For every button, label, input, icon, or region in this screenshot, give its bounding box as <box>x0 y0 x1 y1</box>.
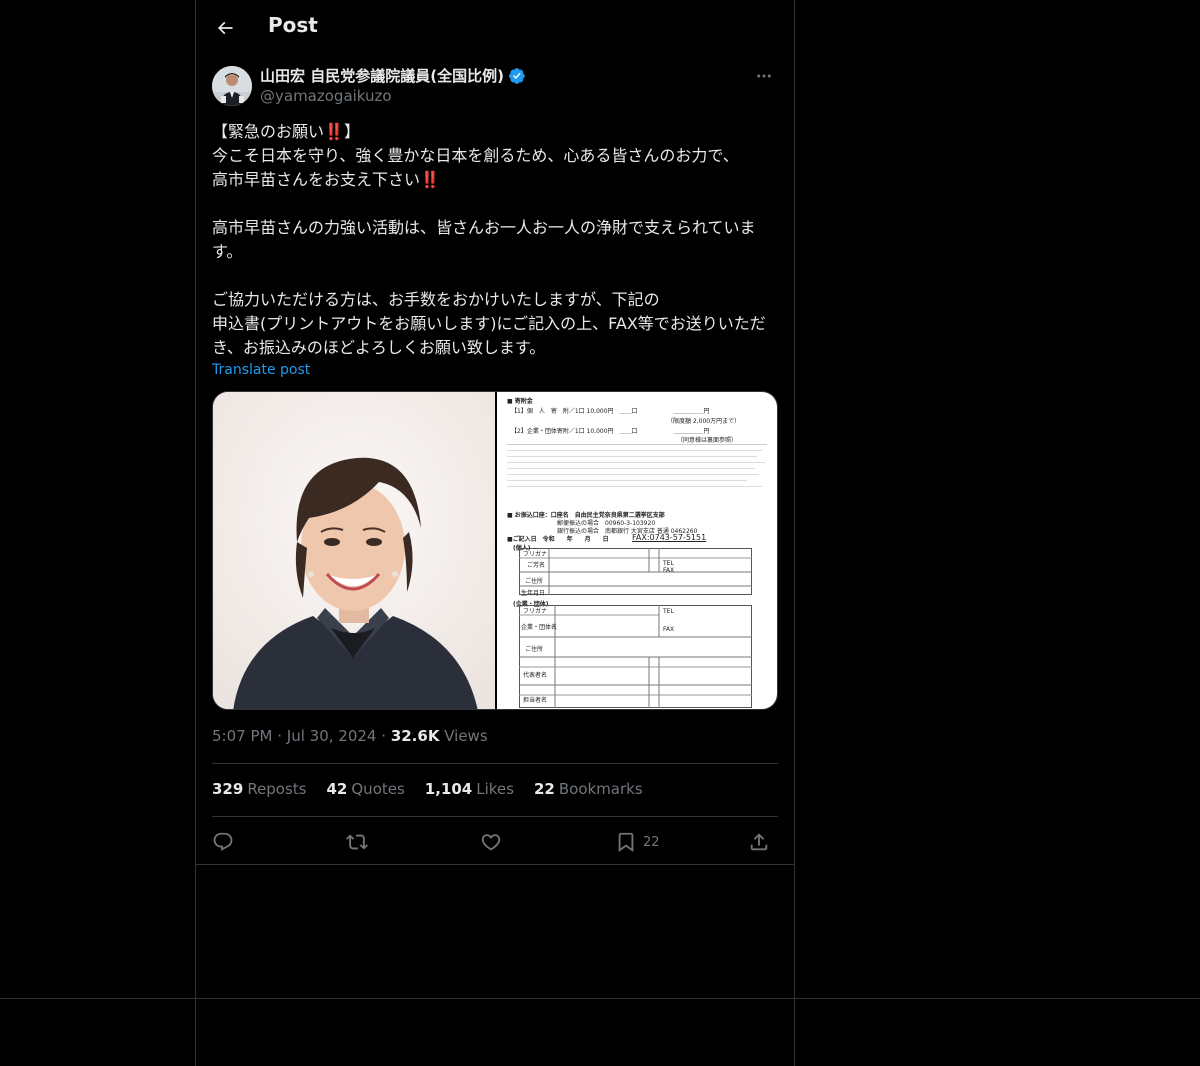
media-grid: ■ 寄附金 【1】個 人 寄 附／1口 10,000円 ＿＿口 ＿＿＿＿＿円 （… <box>212 391 778 710</box>
form-rep-name-label: 代表者名 <box>523 672 548 679</box>
form-company-name-label: 企業・団体名 <box>521 624 558 631</box>
double-exclamation-emoji: ‼️ <box>420 170 440 189</box>
author-handle[interactable]: @yamazogaikuzo <box>260 87 392 105</box>
engagement-stats: 329 Reposts 42 Quotes 1,104 Likes 22 Bookmar… <box>212 780 643 798</box>
double-exclamation-emoji: ‼️ <box>324 122 344 141</box>
reposts-stat[interactable]: 329 Reposts <box>212 780 307 798</box>
tweet-paragraph-3: ご協力いただける方は、お手数をおかけいたしますが、下記の 申込書(プリントアウト… <box>212 288 782 360</box>
share-icon <box>750 833 768 851</box>
donation-form-image[interactable]: ■ 寄附金 【1】個 人 寄 附／1口 10,000円 ＿＿口 ＿＿＿＿＿円 （… <box>497 392 777 709</box>
form-corp-tel-label: TEL <box>663 608 674 615</box>
main-column: Post 山田宏 自民党参議院議員(全国比例) @yamazogaikuzo 【… <box>195 0 795 1066</box>
form-fine-print <box>507 462 765 463</box>
form-furigana: フリガナ <box>523 551 548 558</box>
form-fine-print <box>507 468 755 469</box>
likes-count: 1,104 <box>424 780 473 798</box>
post-time[interactable]: 5:07 PM <box>212 727 272 745</box>
post-date[interactable]: Jul 30, 2024 <box>287 727 377 745</box>
action-bar: 22 <box>212 826 778 858</box>
views-label: Views <box>444 727 488 745</box>
avatar-image <box>212 66 252 106</box>
author-name[interactable]: 山田宏 自民党参議院議員(全国比例) <box>260 65 526 86</box>
tweet-line-1-end: 】 <box>343 122 360 141</box>
bookmarks-count: 22 <box>533 780 555 798</box>
corporate-table <box>519 605 752 708</box>
tweet-line-2: 今こそ日本を守り、強く豊かな日本を創るため、心ある皆さんのお力で、 <box>212 146 739 165</box>
post-header: Post <box>196 0 794 54</box>
form-fine-print <box>507 486 762 487</box>
page-title: Post <box>268 13 318 37</box>
reposts-count: 329 <box>212 780 244 798</box>
tweet-line-3: 高市早苗さんをお支え下さい <box>212 170 421 189</box>
quotes-count: 42 <box>326 780 348 798</box>
quotes-stat[interactable]: 42 Quotes <box>327 780 405 798</box>
more-dots-icon <box>757 74 771 78</box>
meta-separator: · <box>277 727 283 745</box>
post-meta: 5:07 PM · Jul 30, 2024 · 32.6K Views <box>212 727 488 745</box>
reply-button[interactable] <box>212 826 234 858</box>
form-birthday-label: 生年月日 <box>521 590 546 597</box>
form-row-corporate-note: （同意様は裏面参照） <box>677 437 738 444</box>
form-row-individual-note: （限度額 2,000万円まで） <box>667 418 741 425</box>
form-tel-label: TEL <box>663 560 674 567</box>
form-divider <box>507 444 767 445</box>
form-heading: ■ 寄附金 <box>507 398 533 405</box>
repost-button[interactable] <box>346 826 368 858</box>
form-row-corporate: 【2】企業・団体寄附／1口 10,000円 ＿＿口 ＿＿＿＿＿円 <box>511 428 710 435</box>
tweet-para-2-text: 高市早苗さんの力強い活動は、皆さんお一人お一人の浄財で支えられています。 <box>212 218 756 261</box>
tweet-paragraph-1: 【緊急のお願い‼️】 今こそ日本を守り、強く豊かな日本を創るため、心ある皆さんの… <box>212 120 782 192</box>
portrait-photo[interactable] <box>213 392 495 709</box>
tweet-line-1: 【緊急のお願い <box>212 122 325 141</box>
avatar[interactable] <box>212 66 252 106</box>
individual-table <box>519 548 752 595</box>
reposts-label: Reposts <box>247 780 307 798</box>
form-fine-print <box>507 450 762 451</box>
bookmarks-label: Bookmarks <box>558 780 643 798</box>
author-name-text: 山田宏 自民党参議院議員(全国比例) <box>260 67 504 85</box>
portrait-image <box>213 392 495 709</box>
form-fine-print <box>507 456 757 457</box>
views-count: 32.6K <box>390 727 440 745</box>
share-button[interactable] <box>748 826 770 858</box>
form-corp-fax-label: FAX <box>663 626 675 633</box>
form-corp-address-label: ご住所 <box>525 646 544 653</box>
bookmark-button[interactable]: 22 <box>615 826 660 858</box>
form-fine-print <box>507 480 747 481</box>
form-name-label: ご芳名 <box>527 562 546 569</box>
meta-separator: · <box>381 727 387 745</box>
more-options-button[interactable] <box>750 64 778 88</box>
tweet-paragraph-2: 高市早苗さんの力強い活動は、皆さんお一人お一人の浄財で支えられています。 <box>212 216 782 264</box>
form-fine-print <box>507 474 759 475</box>
reply-icon <box>213 832 233 851</box>
author-block: 山田宏 自民党参議院議員(全国比例) @yamazogaikuzo <box>212 64 778 110</box>
divider <box>212 763 778 764</box>
form-date-label: ■ご記入日 令和 年 月 日 <box>507 536 609 543</box>
heart-icon <box>481 834 501 851</box>
likes-stat[interactable]: 1,104 Likes <box>425 780 514 798</box>
post-bottom-divider <box>196 864 794 865</box>
quotes-label: Quotes <box>351 780 405 798</box>
bookmark-icon <box>618 832 634 853</box>
divider <box>212 816 778 817</box>
tweet-text: 【緊急のお願い‼️】 今こそ日本を守り、強く豊かな日本を創るため、心ある皆さんの… <box>212 120 782 360</box>
back-button[interactable] <box>208 11 242 45</box>
verified-badge-icon <box>508 67 525 84</box>
form-row-individual: 【1】個 人 寄 附／1口 10,000円 ＿＿口 ＿＿＿＿＿円 <box>511 408 710 415</box>
arrow-left-icon <box>217 21 233 35</box>
repost-icon <box>346 834 368 850</box>
form-fax-number: FAX:0743-57-5151 <box>632 533 707 542</box>
translate-post-link[interactable]: Translate post <box>212 362 310 378</box>
form-fax-label: FAX <box>663 567 675 574</box>
bookmarks-stat[interactable]: 22 Bookmarks <box>534 780 643 798</box>
form-corp-furigana: フリガナ <box>523 608 548 615</box>
like-button[interactable] <box>480 826 502 858</box>
tweet-para-3-text: ご協力いただける方は、お手数をおかけいたしますが、下記の 申込書(プリントアウト… <box>212 290 766 357</box>
form-contact-name-label: 担当者名 <box>523 697 548 704</box>
likes-label: Likes <box>476 780 514 798</box>
bookmark-count: 22 <box>643 834 660 850</box>
form-address-label: ご住所 <box>525 578 544 585</box>
bottom-divider <box>0 998 1200 999</box>
